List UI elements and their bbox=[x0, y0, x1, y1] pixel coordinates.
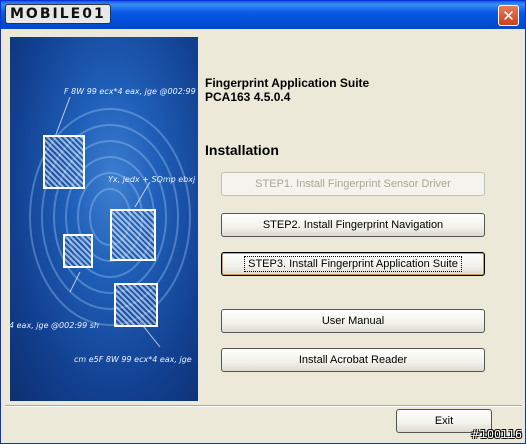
app-version: PCA163 4.5.0.4 bbox=[205, 90, 291, 104]
step1-label: STEP1. Install Fingerprint Sensor Driver bbox=[255, 178, 451, 190]
close-button[interactable]: ✕ bbox=[498, 5, 519, 26]
step1-install-sensor-driver-button[interactable]: STEP1. Install Fingerprint Sensor Driver bbox=[221, 172, 485, 196]
watermark-id: #100116 bbox=[470, 428, 522, 441]
installation-heading: Installation bbox=[205, 142, 279, 158]
hero-caption-4: cm e5F 8W 99 ecx*4 eax, jge bbox=[74, 355, 192, 364]
user-manual-button[interactable]: User Manual bbox=[221, 309, 485, 333]
mobile01-logo: MOBILE01 bbox=[5, 4, 111, 24]
fingerprint-hero-image: F 8W 99 ecx*4 eax, jge @002:99 shl Yx, j… bbox=[10, 37, 198, 401]
installer-window: MOBILE01 ✕ F 8W 99 ecx*4 eax, jge @002:9… bbox=[0, 0, 526, 444]
hero-caption-3: 4 eax, jge @002:99 sh bbox=[10, 321, 99, 330]
fingerprint-sample-2 bbox=[110, 209, 156, 261]
step2-install-navigation-button[interactable]: STEP2. Install Fingerprint Navigation bbox=[221, 213, 485, 237]
step3-label: STEP3. Install Fingerprint Application S… bbox=[244, 256, 462, 272]
footer-divider bbox=[5, 405, 522, 407]
title-bar[interactable]: MOBILE01 ✕ bbox=[1, 1, 525, 29]
fingerprint-sample-3 bbox=[63, 234, 93, 268]
exit-label: Exit bbox=[434, 415, 454, 427]
step2-label: STEP2. Install Fingerprint Navigation bbox=[262, 219, 444, 231]
logo-text: MOBILE01 bbox=[10, 6, 106, 22]
install-acrobat-reader-button[interactable]: Install Acrobat Reader bbox=[221, 348, 485, 372]
hero-caption-2: Yx, jedx + SQmp ebxj bbox=[108, 175, 196, 184]
close-icon: ✕ bbox=[502, 6, 515, 25]
acrobat-label: Install Acrobat Reader bbox=[298, 354, 408, 366]
step3-install-application-suite-button[interactable]: STEP3. Install Fingerprint Application S… bbox=[221, 252, 485, 276]
fingerprint-sample-1 bbox=[43, 135, 85, 189]
dialog-client-area: F 8W 99 ecx*4 eax, jge @002:99 shl Yx, j… bbox=[5, 30, 522, 441]
fingerprint-sample-4 bbox=[114, 283, 158, 327]
user-manual-label: User Manual bbox=[321, 315, 385, 327]
hero-caption-1: F 8W 99 ecx*4 eax, jge @002:99 shl bbox=[64, 87, 198, 96]
app-title: Fingerprint Application Suite bbox=[205, 76, 370, 90]
